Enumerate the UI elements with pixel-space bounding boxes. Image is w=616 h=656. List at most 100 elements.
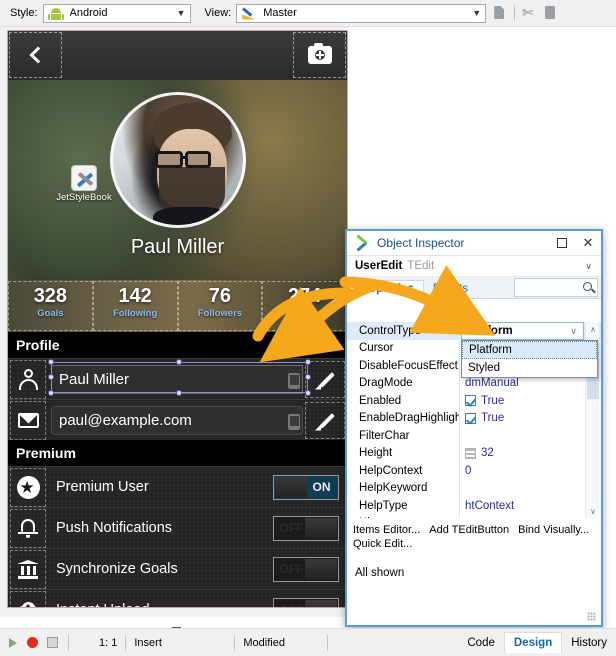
instant-upload-switch[interactable]: OFF <box>273 598 339 609</box>
style-combobox[interactable]: Android ▼ <box>43 4 191 23</box>
selection-handle[interactable] <box>305 374 311 380</box>
selection-handle[interactable] <box>48 359 54 365</box>
page-icon[interactable] <box>492 4 508 22</box>
status-divider <box>125 635 126 651</box>
synchronize-goals-switch[interactable]: OFF <box>273 557 339 582</box>
items-editor-link[interactable]: Items Editor... <box>353 524 420 536</box>
checkbox-checked-icon[interactable] <box>465 395 476 406</box>
camera-add-icon <box>308 46 332 64</box>
column-divider <box>459 322 460 518</box>
property-editor-dropdown[interactable]: Platform Styled <box>461 340 598 378</box>
scroll-down-arrow[interactable]: ∨ <box>586 504 600 518</box>
selection-handle[interactable] <box>176 390 182 396</box>
style-value: Android <box>70 7 173 19</box>
property-row-hint[interactable]: Hint <box>347 515 601 519</box>
property-name: HelpContext <box>347 465 459 477</box>
switch-row-push[interactable]: Push Notifications OFF <box>8 507 347 548</box>
switch-row-premium[interactable]: ★ Premium User ON <box>8 466 347 507</box>
star-icon: ★ <box>17 476 40 499</box>
run-icon[interactable] <box>6 636 20 650</box>
property-row-helptype[interactable]: HelpType htContext <box>347 497 601 515</box>
section-header-premium: Premium <box>8 440 347 466</box>
tab-events[interactable]: Events <box>424 281 477 298</box>
switch-label: Synchronize Goals <box>56 561 273 577</box>
camera-add-button[interactable] <box>293 32 346 78</box>
pause-icon[interactable] <box>46 636 60 650</box>
stat-item[interactable]: 328 Goals <box>8 281 93 331</box>
property-row-helpkeyword[interactable]: HelpKeyword <box>347 480 601 498</box>
property-name: DragMode <box>347 377 459 389</box>
tab-history[interactable]: History <box>562 633 616 653</box>
premium-user-switch[interactable]: ON <box>273 475 339 500</box>
jetstylebook-widget[interactable]: JetStyleBook <box>52 165 116 203</box>
property-value: dmManual <box>459 377 601 389</box>
name-edit-field[interactable]: Paul Miller <box>51 365 303 394</box>
switch-label: Push Notifications <box>56 520 273 536</box>
selection-handle[interactable] <box>305 390 311 396</box>
dropdown-option-platform[interactable]: Platform <box>462 341 597 359</box>
selection-handle[interactable] <box>48 390 54 396</box>
switch-state: OFF <box>275 603 308 609</box>
property-editor-value: Platform <box>466 325 570 337</box>
edit-name-button[interactable] <box>305 361 345 398</box>
stat-item[interactable]: 142 Following <box>93 281 178 331</box>
selection-handle[interactable] <box>305 359 311 365</box>
quick-edit-link[interactable]: Quick Edit... <box>353 538 412 550</box>
mail-icon <box>17 409 39 431</box>
search-input[interactable] <box>514 278 598 297</box>
chevron-down-icon[interactable]: ∨ <box>585 261 592 272</box>
tab-code[interactable]: Code <box>458 633 504 653</box>
object-selector-row[interactable]: UserEdit TEdit ∨ <box>347 256 601 277</box>
chevron-down-icon[interactable]: ∨ <box>570 326 577 337</box>
property-row-filterchar[interactable]: FilterChar <box>347 427 601 445</box>
object-inspector-titlebar[interactable]: Object Inspector ✕ <box>347 231 601 256</box>
property-row-enabledraghighlight[interactable]: EnableDragHighlight True <box>347 410 601 428</box>
object-inspector-panel[interactable]: Object Inspector ✕ UserEdit TEdit ∨ Prop… <box>345 229 603 627</box>
object-inspector-icon <box>354 236 370 250</box>
property-list[interactable]: ControlType Cursor DisableFocusEffect Dr… <box>347 322 601 518</box>
app-toolbar <box>8 31 347 80</box>
property-name: EnableDragHighlight <box>347 412 459 424</box>
add-teditbutton-link[interactable]: Add TEditButton <box>429 524 509 536</box>
scissors-icon[interactable]: ✄ <box>521 4 537 22</box>
property-row-helpcontext[interactable]: HelpContext 0 <box>347 462 601 480</box>
property-name: HelpType <box>347 500 459 512</box>
checkbox-checked-icon[interactable] <box>465 413 476 424</box>
person-icon-cell <box>10 360 46 399</box>
bind-visually-link[interactable]: Bind Visually... <box>518 524 589 536</box>
switch-label: Premium User <box>56 479 273 495</box>
switch-row-sync[interactable]: Synchronize Goals OFF <box>8 548 347 589</box>
stat-item[interactable]: 274 Likes <box>262 281 347 331</box>
device-badge-icon <box>288 373 300 389</box>
stat-caption: Likes <box>263 308 346 319</box>
stop-icon[interactable] <box>26 636 40 650</box>
resize-grip[interactable] <box>587 612 596 621</box>
toolbar-divider <box>514 5 515 21</box>
property-editor-combobox[interactable]: Platform ∨ <box>461 322 584 340</box>
edit-email-button[interactable] <box>305 402 345 439</box>
insert-mode: Insert <box>134 637 226 649</box>
tab-design[interactable]: Design <box>504 632 562 653</box>
property-value: True <box>459 395 601 407</box>
property-value-text: 32 <box>481 447 494 459</box>
search-icon <box>583 282 592 291</box>
close-icon[interactable]: ✕ <box>575 231 601 255</box>
view-combobox[interactable]: Master ▼ <box>236 4 486 23</box>
push-notifications-switch[interactable]: OFF <box>273 516 339 541</box>
panel-icon[interactable] <box>543 4 559 22</box>
property-row-enabled[interactable]: Enabled True <box>347 392 601 410</box>
switch-row-upload[interactable]: Instant Upload OFF <box>8 589 347 608</box>
maximize-button[interactable] <box>549 231 575 255</box>
property-row-height[interactable]: Height 32 <box>347 445 601 463</box>
field-row-email[interactable]: paul@example.com <box>8 399 347 440</box>
email-edit-field[interactable]: paul@example.com <box>51 406 303 435</box>
tab-properties[interactable]: Properties <box>347 280 424 299</box>
scroll-up-arrow[interactable]: ∧ <box>586 322 600 336</box>
phone-form-preview[interactable]: Paul Miller JetStyleBook 328 Goals 142 F… <box>7 30 348 608</box>
selection-handle[interactable] <box>176 359 182 365</box>
stat-item[interactable]: 76 Followers <box>178 281 263 331</box>
dropdown-option-styled[interactable]: Styled <box>462 359 597 377</box>
back-button[interactable] <box>9 32 62 78</box>
property-value: htContext <box>459 500 601 512</box>
selection-handle[interactable] <box>48 374 54 380</box>
